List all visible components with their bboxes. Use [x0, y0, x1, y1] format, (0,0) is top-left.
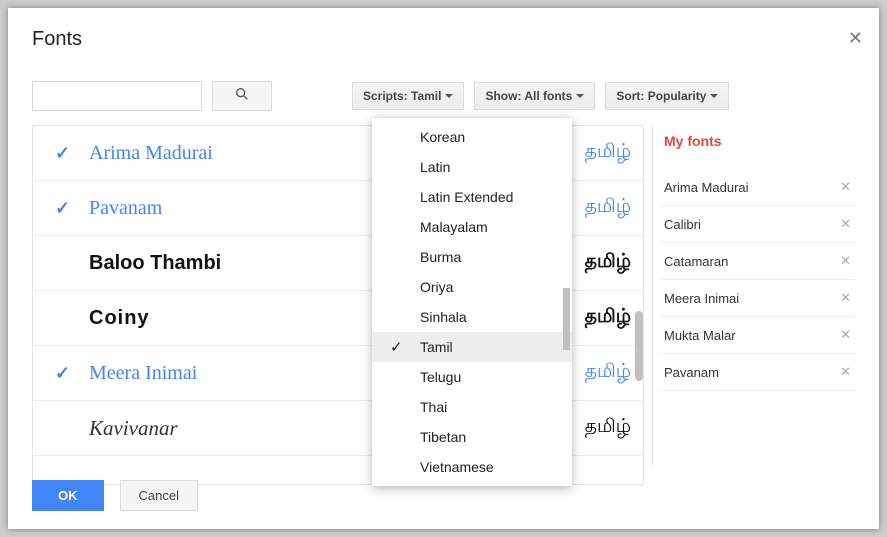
script-option[interactable]: Latin Extended [372, 182, 572, 212]
sort-dropdown-button[interactable]: Sort: Popularity [605, 82, 729, 110]
remove-icon[interactable]: ✕ [840, 290, 851, 306]
search-icon [234, 86, 250, 107]
scrollbar[interactable] [635, 236, 643, 485]
script-option[interactable]: ✓ Tamil [372, 332, 572, 362]
script-option-label: Burma [420, 249, 461, 265]
chevron-down-icon [576, 94, 584, 98]
toolbar: Scripts: Tamil Show: All fonts Sort: Pop… [8, 51, 879, 125]
show-label: Show: All fonts [485, 89, 572, 103]
script-option[interactable]: Tibetan [372, 422, 572, 452]
check-icon: ✓ [55, 143, 89, 164]
scrollbar[interactable] [563, 118, 570, 486]
script-option[interactable]: Sinhala [372, 302, 572, 332]
script-option[interactable]: Vietnamese [372, 452, 572, 482]
script-option[interactable]: Thai [372, 392, 572, 422]
close-icon[interactable]: ✕ [848, 28, 863, 49]
script-option-label: Tibetan [420, 429, 466, 445]
my-fonts-panel: My fonts Arima Madurai✕Calibri✕Catamaran… [660, 125, 855, 485]
script-option-label: Sinhala [420, 309, 467, 325]
script-option[interactable]: Burma [372, 242, 572, 272]
script-option-label: Malayalam [420, 219, 488, 235]
my-font-row[interactable]: Arima Madurai ✕ [660, 169, 855, 206]
scripts-label: Scripts: Tamil [363, 89, 441, 103]
cancel-button[interactable]: Cancel [120, 480, 198, 511]
script-option[interactable]: Telugu [372, 362, 572, 392]
script-option-label: Latin Extended [420, 189, 513, 205]
my-font-name: Arima Madurai [664, 180, 749, 195]
my-font-name: Meera Inimai [664, 291, 739, 306]
chevron-down-icon [710, 94, 718, 98]
search-button[interactable] [212, 81, 272, 111]
dialog-footer: OK Cancel [32, 480, 198, 511]
my-font-row[interactable]: Calibri ✕ [660, 206, 855, 243]
my-font-row[interactable]: Mukta Malar ✕ [660, 317, 855, 354]
check-icon: ✓ [55, 363, 89, 384]
my-font-name: Pavanam [664, 365, 719, 380]
script-option-label: Vietnamese [420, 459, 494, 475]
scripts-dropdown-button[interactable]: Scripts: Tamil [352, 82, 464, 110]
script-option[interactable]: Oriya [372, 272, 572, 302]
my-font-row[interactable]: Catamaran ✕ [660, 243, 855, 280]
remove-icon[interactable]: ✕ [840, 327, 851, 343]
search-input[interactable] [32, 81, 202, 111]
ok-button[interactable]: OK [32, 480, 104, 511]
show-dropdown-button[interactable]: Show: All fonts [474, 82, 595, 110]
fonts-dialog: Fonts ✕ Scripts: Tamil Show: All fonts S… [8, 8, 879, 529]
my-font-name: Catamaran [664, 254, 728, 269]
remove-icon[interactable]: ✕ [840, 179, 851, 195]
script-option-label: Korean [420, 129, 465, 145]
dialog-title: Fonts [32, 28, 855, 51]
my-font-name: Calibri [664, 217, 701, 232]
script-option-label: Latin [420, 159, 450, 175]
check-icon: ✓ [55, 198, 89, 219]
script-option[interactable]: Korean [372, 122, 572, 152]
check-icon: ✓ [390, 338, 403, 356]
sort-label: Sort: Popularity [616, 89, 706, 103]
script-option[interactable]: Latin [372, 152, 572, 182]
script-option-label: Telugu [420, 369, 461, 385]
my-fonts-title: My fonts [660, 125, 855, 169]
dialog-header: Fonts ✕ [8, 8, 879, 51]
my-font-row[interactable]: Meera Inimai ✕ [660, 280, 855, 317]
script-option-label: Tamil [420, 339, 453, 355]
remove-icon[interactable]: ✕ [840, 253, 851, 269]
my-font-name: Mukta Malar [664, 328, 736, 343]
script-option[interactable]: Malayalam [372, 212, 572, 242]
chevron-down-icon [445, 94, 453, 98]
remove-icon[interactable]: ✕ [840, 364, 851, 380]
scripts-dropdown-menu: Korean Latin Latin Extended Malayalam Burma O… [372, 118, 572, 486]
remove-icon[interactable]: ✕ [840, 216, 851, 232]
script-option-label: Oriya [420, 279, 453, 295]
my-font-row[interactable]: Pavanam ✕ [660, 354, 855, 391]
script-option-label: Thai [420, 399, 447, 415]
